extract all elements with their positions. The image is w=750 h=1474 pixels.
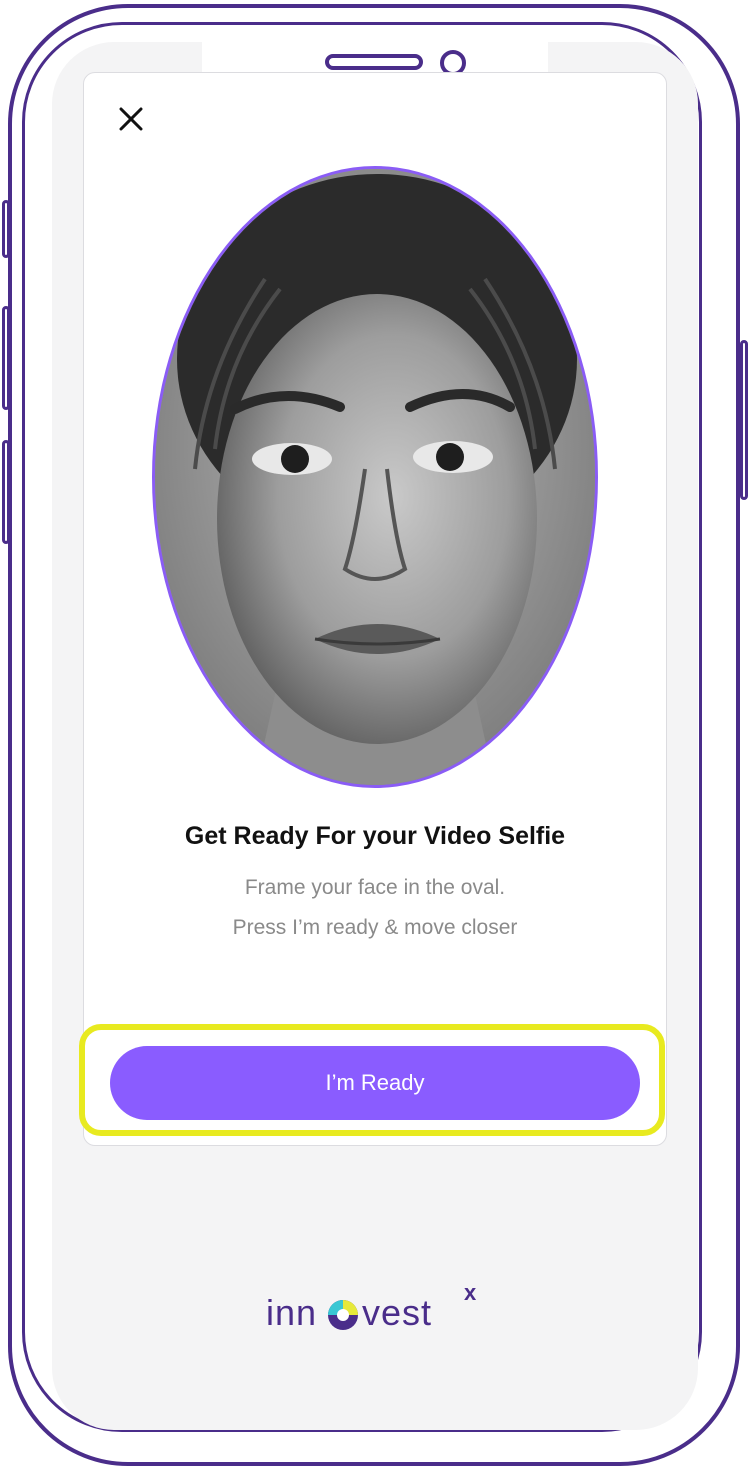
close-button[interactable] [114, 102, 148, 136]
instruction-line-2: Press I’m ready & move closer [232, 916, 518, 939]
im-ready-button[interactable]: I’m Ready [110, 1046, 640, 1120]
phone-side-button [740, 340, 748, 500]
logo-text-right: vest [362, 1292, 433, 1333]
face-oval-frame [152, 166, 598, 788]
logo-o-icon [328, 1300, 358, 1330]
instruction-line-1: Frame your face in the oval. [244, 876, 506, 899]
page-title: Get Ready For your Video Selfie [184, 822, 566, 850]
logo-text-left: inn [266, 1292, 318, 1333]
face-photo [155, 169, 595, 785]
innovest-logo: inn vest x [262, 1280, 502, 1344]
phone-mockup: Get Ready For your Video Selfie Frame yo… [0, 0, 750, 1474]
phone-side-button [2, 200, 10, 258]
logo-superscript: x [464, 1280, 477, 1305]
phone-side-button [2, 306, 10, 410]
phone-side-button [2, 440, 10, 544]
close-icon [119, 107, 143, 131]
speaker-icon [325, 54, 423, 70]
